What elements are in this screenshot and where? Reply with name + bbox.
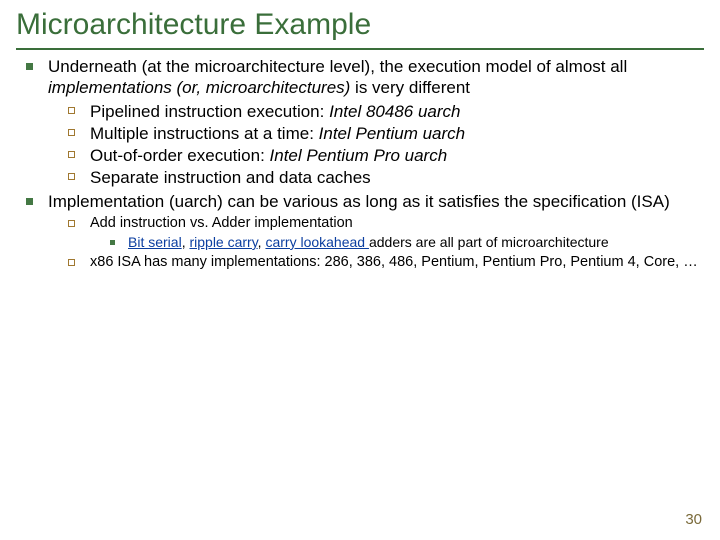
page-number: 30 bbox=[685, 511, 702, 528]
bullet-1-text-ital: implementations (or, microarchitectures) bbox=[48, 78, 350, 97]
slide-body: Underneath (at the microarchitecture lev… bbox=[0, 56, 720, 272]
bullet-1c-ital: Intel Pentium Pro uarch bbox=[270, 146, 448, 165]
bullet-1-text-pre: Underneath (at the microarchitecture lev… bbox=[48, 57, 627, 76]
link-ripple-carry[interactable]: ripple carry bbox=[189, 234, 257, 250]
slide-title: Microarchitecture Example bbox=[0, 0, 720, 46]
bullet-2a1: Bit serial, ripple carry, carry lookahea… bbox=[124, 234, 700, 252]
bullet-2a1-post: adders are all part of microarchitecture bbox=[369, 234, 609, 250]
bullet-2a: Add instruction vs. Adder implementation… bbox=[86, 214, 700, 252]
bullet-1c-pre: Out-of-order execution: bbox=[90, 146, 270, 165]
bullet-1: Underneath (at the microarchitecture lev… bbox=[42, 56, 700, 189]
bullet-1b-ital: Intel Pentium uarch bbox=[319, 124, 465, 143]
bullet-2b: x86 ISA has many implementations: 286, 3… bbox=[86, 253, 700, 271]
bullet-1a-pre: Pipelined instruction execution: bbox=[90, 102, 329, 121]
bullet-1b-pre: Multiple instructions at a time: bbox=[90, 124, 319, 143]
bullet-1c: Out-of-order execution: Intel Pentium Pr… bbox=[86, 145, 700, 166]
link-bit-serial[interactable]: Bit serial bbox=[128, 234, 182, 250]
bullet-1-text-post: is very different bbox=[350, 78, 470, 97]
bullet-1b: Multiple instructions at a time: Intel P… bbox=[86, 123, 700, 144]
bullet-2: Implementation (uarch) can be various as… bbox=[42, 191, 700, 272]
link-carry-lookahead[interactable]: carry lookahead bbox=[265, 234, 369, 250]
bullet-1a-ital: Intel 80486 uarch bbox=[329, 102, 460, 121]
bullet-1d: Separate instruction and data caches bbox=[86, 167, 700, 188]
bullet-1a: Pipelined instruction execution: Intel 8… bbox=[86, 101, 700, 122]
bullet-2a-text: Add instruction vs. Adder implementation bbox=[90, 215, 353, 231]
title-divider bbox=[16, 48, 704, 50]
bullet-2-text: Implementation (uarch) can be various as… bbox=[48, 192, 670, 211]
